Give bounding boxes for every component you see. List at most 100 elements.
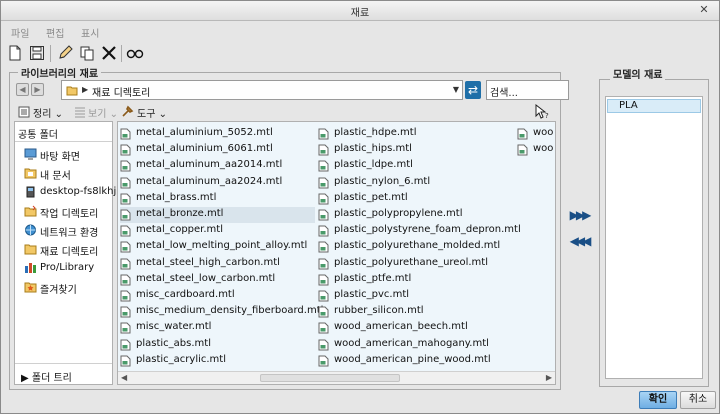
file-name: metal_steel_low_carbon.mtl bbox=[136, 272, 276, 284]
file-name: plastic_abs.mtl bbox=[136, 337, 211, 349]
material-file-icon bbox=[318, 209, 329, 221]
file-name: misc_cardboard.mtl bbox=[136, 289, 235, 300]
file-name: plastic_polypropylene.mtl bbox=[334, 208, 463, 219]
material-file-icon bbox=[517, 128, 528, 140]
folder-icon bbox=[24, 244, 37, 255]
title-bar: 재료 ✕ bbox=[1, 1, 719, 21]
forward-arrow-icon[interactable]: ▶ bbox=[31, 83, 44, 96]
breadcrumb-arrow-icon: ▶ bbox=[82, 85, 89, 94]
file-name: metal_aluminium_5052.mtl bbox=[136, 127, 273, 138]
window-title: 재료 bbox=[350, 8, 370, 19]
file-name: plastic_pvc.mtl bbox=[334, 289, 410, 300]
pencil-edit-icon[interactable] bbox=[57, 45, 73, 61]
file-name: woo bbox=[533, 127, 554, 138]
file-name: metal_bronze.mtl bbox=[136, 208, 224, 219]
favorite-label: 재료 디렉토리 bbox=[40, 247, 99, 258]
folder-tree-label: 폴더 트리 bbox=[31, 373, 72, 384]
new-file-icon[interactable] bbox=[7, 45, 23, 61]
ok-button[interactable]: 확인 bbox=[639, 391, 677, 409]
file-name: woo bbox=[533, 143, 554, 155]
divider bbox=[15, 141, 112, 142]
view-menu[interactable]: 보기 ⌄ bbox=[88, 105, 118, 120]
material-file-icon bbox=[517, 144, 528, 156]
common-folders-header: 공통 폴더 bbox=[18, 130, 58, 141]
remove-from-model-icon[interactable]: ◀◀◀ bbox=[567, 234, 592, 250]
close-icon[interactable]: ✕ bbox=[697, 3, 711, 17]
search-input[interactable]: 검색... bbox=[486, 80, 569, 100]
refresh-icon[interactable]: ⇄ bbox=[465, 81, 481, 99]
delete-icon[interactable] bbox=[101, 45, 117, 61]
material-file-icon bbox=[318, 193, 329, 205]
file-name: metal_brass.mtl bbox=[136, 191, 217, 203]
folder-icon bbox=[66, 86, 78, 96]
favorite-label: Pro/Library bbox=[40, 262, 95, 273]
file-name: plastic_hips.mtl bbox=[334, 143, 412, 155]
favorite-label: 즐겨찾기 bbox=[40, 285, 77, 296]
material-file-icon bbox=[318, 290, 329, 302]
tools-menu[interactable]: 도구 ⌄ bbox=[137, 105, 167, 120]
horizontal-scrollbar[interactable]: ◀ ▶ bbox=[118, 371, 555, 384]
scroll-right-icon[interactable]: ▶ bbox=[546, 373, 552, 382]
file-name: plastic_acrylic.mtl bbox=[136, 353, 226, 365]
add-to-model-icon[interactable]: ▶▶▶ bbox=[567, 208, 592, 224]
file-name: metal_aluminum_aa2024.mtl bbox=[136, 175, 283, 187]
organize-label: 정리 bbox=[33, 109, 52, 120]
material-file-icon bbox=[318, 355, 329, 367]
material-file-icon bbox=[120, 160, 131, 172]
svg-text:?: ? bbox=[545, 112, 549, 120]
material-file-icon bbox=[120, 144, 131, 156]
file-name: metal_aluminium_6061.mtl bbox=[136, 143, 273, 155]
favorite-label: 내 문서 bbox=[40, 171, 71, 182]
glasses-preview-icon[interactable] bbox=[126, 45, 144, 61]
model-material-item[interactable]: PLA bbox=[607, 99, 701, 113]
menu-edit[interactable]: 편집 bbox=[46, 25, 64, 40]
network-icon bbox=[25, 224, 36, 236]
menu-bar: 파일 편집 표시 bbox=[1, 22, 719, 40]
favorite-label: 바탕 화면 bbox=[40, 152, 80, 163]
material-file-icon bbox=[318, 241, 329, 253]
file-name: misc_medium_density_fiberboard.mtl bbox=[136, 305, 324, 317]
menu-file[interactable]: 파일 bbox=[11, 25, 29, 40]
file-name: wood_american_beech.mtl bbox=[334, 321, 468, 333]
file-name: plastic_ldpe.mtl bbox=[334, 159, 413, 171]
file-name: plastic_polystyrene_foam_depron.mtl bbox=[334, 224, 521, 236]
material-file-icon bbox=[318, 128, 329, 140]
file-name: plastic_ptfe.mtl bbox=[334, 272, 412, 284]
file-name: metal_copper.mtl bbox=[136, 224, 223, 236]
file-list: ◀ ▶ metal_aluminium_5052.mtl metal_alumin… bbox=[117, 121, 556, 385]
help-pointer-icon[interactable]: ? bbox=[534, 104, 550, 120]
file-item[interactable]: metal_bronze.mtl bbox=[120, 207, 315, 223]
favorite-label: 네트워크 환경 bbox=[40, 228, 99, 239]
material-file-icon bbox=[120, 339, 131, 351]
save-icon[interactable] bbox=[29, 45, 45, 61]
materials-dialog: 재료 ✕ 파일 편집 표시 라이브러리의 재료 ◀ ▶ ▶ 재료 디렉토리 ▼ … bbox=[0, 0, 720, 414]
material-file-icon bbox=[318, 225, 329, 237]
material-file-icon bbox=[318, 144, 329, 156]
folder-tree-toggle[interactable]: ▶ 폴더 트리 bbox=[21, 369, 72, 384]
file-name: plastic_polyurethane_ureol.mtl bbox=[334, 256, 488, 268]
material-file-icon bbox=[318, 306, 329, 318]
material-file-icon bbox=[318, 177, 329, 189]
file-name: plastic_polyurethane_molded.mtl bbox=[334, 240, 501, 252]
working-folder-icon bbox=[24, 205, 37, 217]
tools-icon bbox=[122, 105, 134, 117]
organize-menu[interactable]: 정리 ⌄ bbox=[33, 105, 63, 120]
file-name: metal_low_melting_point_alloy.mtl bbox=[136, 240, 308, 252]
back-arrow-icon[interactable]: ◀ bbox=[16, 83, 29, 96]
copy-icon[interactable] bbox=[79, 45, 95, 61]
file-name: rubber_silicon.mtl bbox=[334, 305, 424, 317]
material-file-icon bbox=[318, 160, 329, 172]
expand-arrow-icon: ▶ bbox=[21, 373, 29, 384]
cancel-button[interactable]: 취소 bbox=[680, 391, 716, 409]
menu-view[interactable]: 표시 bbox=[81, 25, 99, 40]
view-label: 보기 bbox=[88, 109, 107, 120]
scrollbar-thumb[interactable] bbox=[260, 374, 400, 382]
tools-label: 도구 bbox=[137, 109, 156, 120]
file-name: metal_steel_high_carbon.mtl bbox=[136, 256, 280, 268]
material-file-icon bbox=[120, 306, 131, 318]
material-file-icon bbox=[120, 177, 131, 189]
material-file-icon bbox=[120, 290, 131, 302]
scroll-left-icon[interactable]: ◀ bbox=[121, 373, 127, 382]
path-breadcrumb[interactable]: ▶ 재료 디렉토리 ▼ bbox=[61, 80, 463, 100]
chevron-down-icon[interactable]: ▼ bbox=[453, 85, 459, 94]
